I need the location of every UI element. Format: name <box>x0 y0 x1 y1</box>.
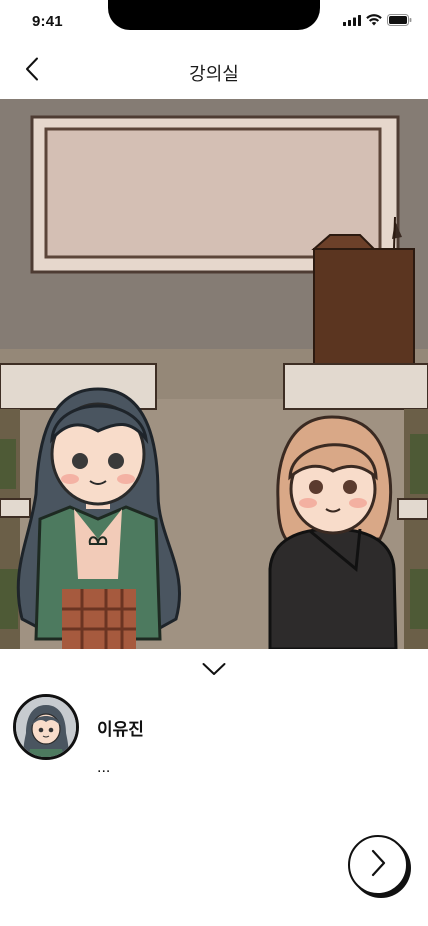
battery-icon <box>387 14 412 26</box>
scene-illustration <box>0 99 428 649</box>
wifi-icon <box>366 14 382 26</box>
page-title: 강의실 <box>189 64 239 84</box>
status-bar: 9:41 <box>0 0 428 44</box>
status-time: 9:41 <box>32 13 63 30</box>
speaker-name: 이유진 <box>97 720 144 739</box>
collapse-dialogue-button[interactable] <box>198 659 230 683</box>
chevron-right-icon <box>370 849 386 882</box>
status-icons <box>343 14 412 26</box>
dialogue-text: ... <box>97 759 111 776</box>
device-notch <box>108 0 320 30</box>
speaker-avatar <box>13 694 79 760</box>
navigation-bar: 강의실 <box>0 44 428 99</box>
character-right <box>268 415 398 649</box>
chevron-down-icon <box>202 662 226 681</box>
signal-icon <box>343 14 361 26</box>
next-dialogue-button[interactable] <box>348 835 408 895</box>
